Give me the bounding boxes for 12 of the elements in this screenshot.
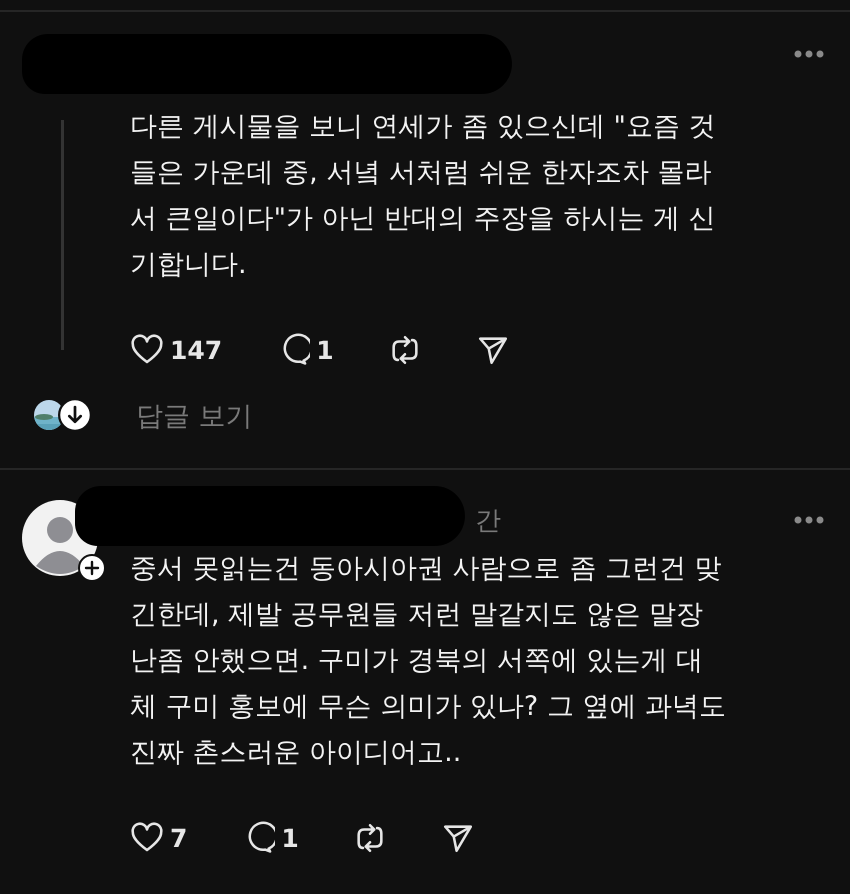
follow-plus-icon[interactable] xyxy=(78,554,106,582)
view-replies-link[interactable]: 답글 보기 xyxy=(136,398,253,434)
like-button[interactable]: 147 xyxy=(130,333,222,367)
like-button[interactable]: 7 xyxy=(130,821,188,855)
post-text: 중서 못읽는건 동아시아권 사람으로 좀 그런건 맞 긴한데, 제발 공무원들 저런 말같지도 않은 말장 난좀 안했으면. 구미가 경북의 서쪽에 있는게 대 체 구미 홍보에 무슨 의미가 있나? 그 옆에 과녁도 진짜 촌스러운 아이디어고.. xyxy=(130,552,727,770)
more-options-icon[interactable] xyxy=(794,516,824,524)
arrow-down-icon[interactable] xyxy=(58,398,92,432)
reply-button[interactable]: 1 xyxy=(276,333,334,367)
post-text: 다른 게시물을 보니 연세가 좀 있으신데 "요즘 것 들은 가운데 중, 서녘 서처럼 쉬운 한자조차 몰라 서 큰일이다"가 아닌 반대의 주장을 하시는 게 신 기합니다. xyxy=(130,110,716,282)
more-options-icon[interactable] xyxy=(794,50,824,58)
post-time: 간 xyxy=(475,504,501,538)
reply-button[interactable]: 1 xyxy=(241,821,299,855)
